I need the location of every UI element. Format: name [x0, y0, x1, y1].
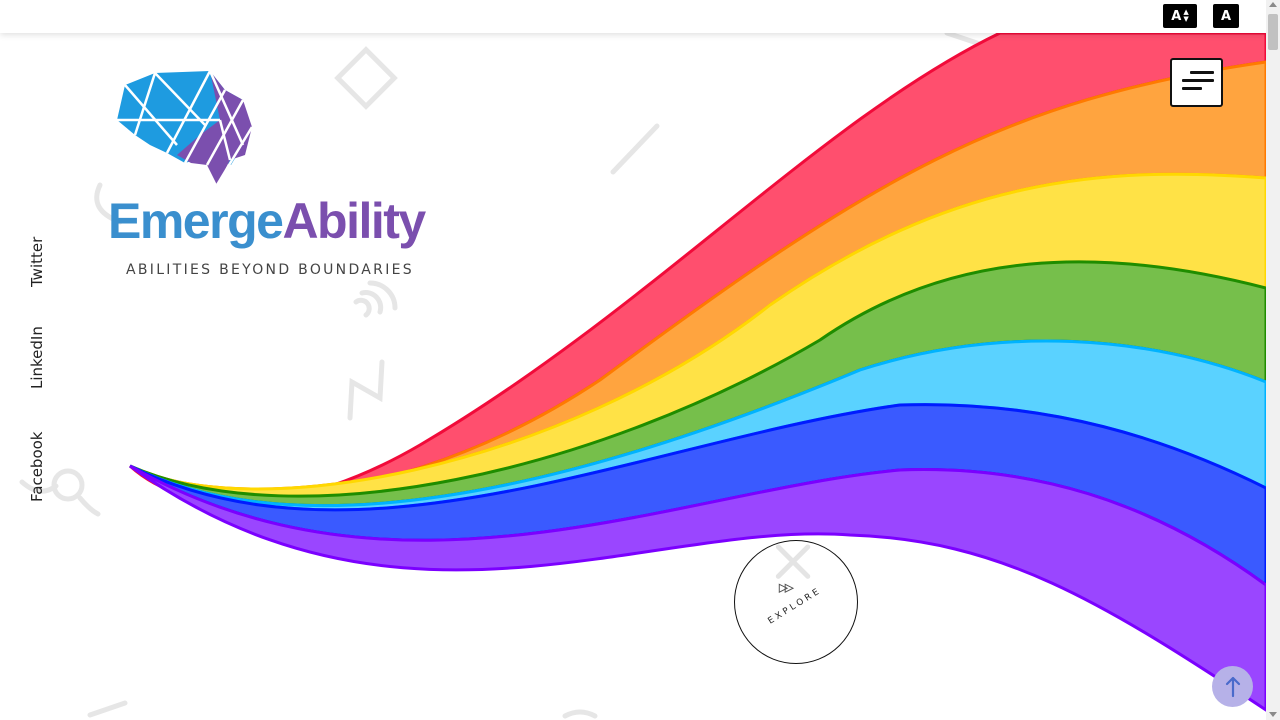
play-icon	[778, 583, 795, 593]
up-down-icon: ▲ ▼	[1183, 8, 1189, 23]
brand-tagline: ABILITIES BEYOND BOUNDARIES	[126, 262, 414, 278]
contrast-button[interactable]: A	[1213, 4, 1239, 28]
brand-name-part2: Ability	[282, 193, 426, 249]
page-scrollbar[interactable]	[1266, 0, 1280, 720]
explore-label: EXPLORE	[766, 586, 823, 627]
scroll-to-top-button[interactable]	[1212, 666, 1253, 707]
brand-wordmark: EmergeAbility	[108, 192, 426, 250]
font-size-button[interactable]: A ▲ ▼	[1163, 4, 1197, 28]
social-link-facebook[interactable]: Facebook	[28, 432, 46, 502]
social-link-twitter[interactable]: Twitter	[28, 237, 46, 287]
menu-button[interactable]	[1170, 58, 1223, 107]
brain-logo	[117, 70, 254, 186]
brand-name-part1: Emerge	[108, 193, 284, 249]
arrow-up-icon	[1225, 676, 1240, 697]
contrast-label: A	[1220, 8, 1232, 24]
scroll-down-arrow[interactable]	[1269, 712, 1277, 717]
scrollbar-thumb[interactable]	[1268, 14, 1278, 50]
social-link-linkedin[interactable]: LinkedIn	[28, 326, 46, 389]
explore-button[interactable]: EXPLORE	[734, 540, 858, 664]
scroll-up-arrow[interactable]	[1269, 2, 1277, 7]
font-size-label: A	[1171, 8, 1182, 24]
top-bar: A ▲ ▼ A	[0, 0, 1266, 33]
